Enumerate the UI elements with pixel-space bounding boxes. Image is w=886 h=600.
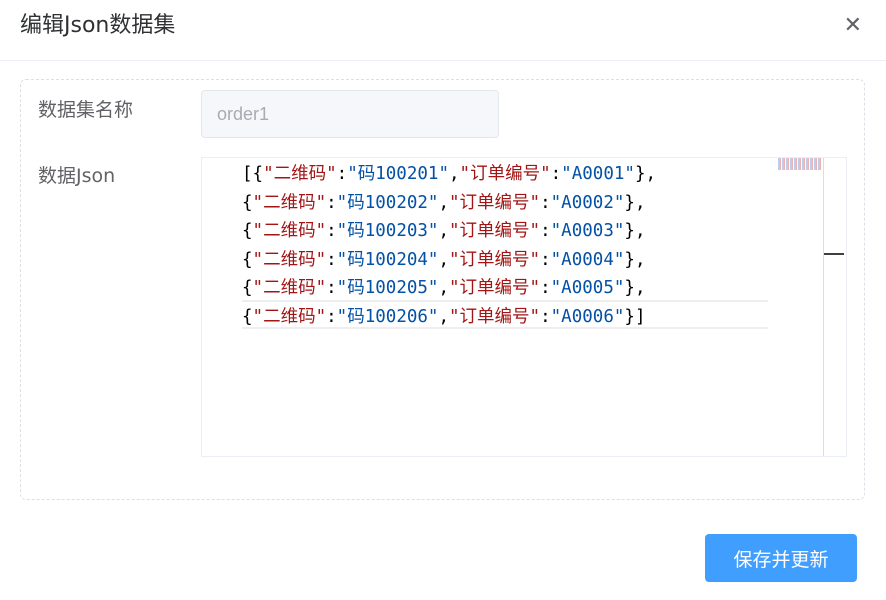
save-and-update-button[interactable]: 保存并更新 (705, 534, 857, 582)
json-punctuation: : (326, 306, 337, 327)
json-value: "码100204" (336, 249, 439, 270)
json-punctuation: { (242, 221, 253, 241)
json-key: "订单编号" (449, 221, 541, 241)
json-value: "码100205" (336, 278, 439, 298)
json-key: "订单编号" (449, 278, 541, 298)
json-punctuation: : (540, 278, 551, 298)
code-line: [{"二维码":"码100201","订单编号":"A0001"}, (242, 160, 656, 189)
dataset-name-label: 数据集名称 (38, 99, 134, 121)
json-value: "A0001" (561, 164, 635, 184)
edit-json-dataset-dialog: 编辑Json数据集 ✕ 数据集名称 order1 数据Json [{"二维码":… (0, 0, 886, 600)
json-punctuation: : (540, 192, 551, 213)
dialog-header: 编辑Json数据集 ✕ (0, 0, 886, 61)
editor-scrollbar[interactable] (823, 158, 846, 456)
json-punctuation: : (550, 164, 562, 184)
json-punctuation: : (336, 164, 348, 184)
json-punctuation: , (438, 221, 450, 241)
json-punctuation: { (242, 278, 253, 298)
code-content[interactable]: [{"二维码":"码100201","订单编号":"A0001"}, {"二维码"… (242, 160, 656, 331)
code-line: {"二维码":"码100202","订单编号":"A0002"}, (242, 189, 656, 218)
json-punctuation: , (438, 306, 450, 327)
json-key: "订单编号" (449, 192, 541, 213)
minimap[interactable] (778, 158, 822, 170)
close-icon[interactable]: ✕ (844, 12, 862, 40)
json-punctuation: { (242, 249, 253, 270)
json-punctuation: }] (624, 306, 646, 327)
json-punctuation: : (326, 249, 337, 270)
json-punctuation: }, (624, 249, 646, 270)
json-key: "二维码" (252, 249, 327, 270)
json-key: "订单编号" (449, 306, 541, 327)
code-line: {"二维码":"码100206","订单编号":"A0006"}] (242, 303, 656, 332)
json-punctuation: : (326, 192, 337, 213)
json-punctuation: : (540, 221, 551, 241)
json-key: "订单编号" (459, 164, 551, 184)
json-value: "A0002" (550, 192, 625, 213)
json-punctuation: : (540, 249, 551, 270)
json-punctuation: , (438, 249, 450, 270)
json-value: "A0006" (550, 306, 625, 327)
json-punctuation: }, (634, 164, 657, 184)
dataset-name-input[interactable]: order1 (201, 90, 499, 138)
json-key: "二维码" (252, 278, 327, 298)
json-punctuation: { (242, 192, 253, 213)
json-key: "订单编号" (449, 249, 541, 270)
json-key: "二维码" (252, 192, 327, 213)
json-value: "码100206" (336, 306, 439, 327)
json-key: "二维码" (252, 221, 327, 241)
json-punctuation: , (449, 164, 460, 184)
dialog-title: 编辑Json数据集 (20, 13, 176, 38)
json-punctuation: , (438, 278, 450, 298)
json-punctuation: }, (624, 221, 646, 241)
json-punctuation: { (242, 306, 253, 327)
json-value: "A0005" (550, 278, 625, 298)
json-punctuation: }, (624, 278, 646, 298)
json-punctuation: }, (624, 192, 646, 213)
json-punctuation: [{ (242, 164, 264, 184)
json-value: "码100203" (336, 221, 439, 241)
code-line: {"二维码":"码100204","订单编号":"A0004"}, (242, 246, 656, 275)
json-value: "A0004" (550, 249, 625, 270)
json-punctuation: , (438, 192, 450, 213)
json-key: "二维码" (263, 164, 337, 184)
json-punctuation: : (326, 221, 337, 241)
json-value: "码100201" (347, 164, 449, 184)
code-line: {"二维码":"码100203","订单编号":"A0003"}, (242, 217, 656, 246)
json-value: "A0003" (550, 221, 625, 241)
json-punctuation: : (540, 306, 551, 327)
json-value: "码100202" (336, 192, 439, 213)
code-line: {"二维码":"码100205","订单编号":"A0005"}, (242, 274, 656, 303)
json-punctuation: : (326, 278, 337, 298)
json-key: "二维码" (252, 306, 327, 327)
json-code-editor[interactable]: [{"二维码":"码100201","订单编号":"A0001"}, {"二维码"… (201, 157, 847, 457)
overview-ruler-mark (824, 253, 844, 255)
json-label: 数据Json (38, 165, 116, 187)
